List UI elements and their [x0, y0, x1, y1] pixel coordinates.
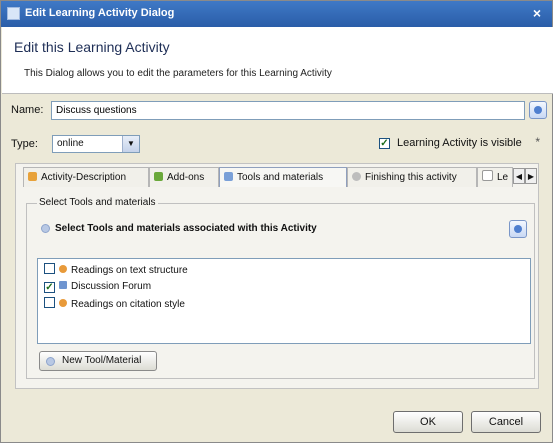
name-label: Name:	[11, 104, 44, 116]
list-item[interactable]: ✓ Discussion Forum	[44, 280, 151, 294]
check-icon	[482, 170, 493, 181]
tab-scroll-right-button[interactable]: ▶	[525, 168, 537, 184]
tab-tools-and-materials[interactable]: Tools and materials	[219, 167, 347, 187]
tab-label: Le	[497, 172, 509, 183]
group-title: Select Tools and materials	[37, 197, 158, 208]
reading-icon	[59, 265, 67, 273]
tab-label: Finishing this activity	[365, 172, 457, 183]
tools-icon	[224, 172, 233, 181]
reading-icon	[59, 299, 67, 307]
forum-icon	[59, 281, 67, 289]
item-checkbox[interactable]	[44, 263, 55, 274]
item-label: Readings on text structure	[71, 265, 188, 276]
header-description: This Dialog allows you to edit the param…	[24, 68, 332, 79]
new-tool-material-button[interactable]: New Tool/Material	[39, 351, 157, 371]
visible-checkbox[interactable]: ✓	[379, 138, 390, 149]
dialog-header: Edit this Learning Activity This Dialog …	[2, 27, 553, 94]
name-help-button[interactable]	[529, 101, 547, 119]
pencil-icon	[28, 172, 37, 181]
tab-activity-description[interactable]: Activity-Description	[23, 167, 149, 187]
tools-list[interactable]: Readings on text structure ✓ Discussion F…	[37, 258, 531, 344]
tab-finishing-this-activity[interactable]: Finishing this activity	[347, 167, 477, 187]
close-icon[interactable]: ×	[528, 4, 546, 22]
new-button-label: New Tool/Material	[62, 355, 142, 366]
item-label: Discussion Forum	[71, 281, 152, 292]
tab-add-ons[interactable]: Add-ons	[149, 167, 219, 187]
add-icon	[46, 357, 55, 366]
tab-scroll-left-button[interactable]: ◀	[513, 168, 525, 184]
title-bar[interactable]: Edit Learning Activity Dialog ×	[1, 1, 552, 27]
info-icon	[41, 224, 50, 233]
type-label: Type:	[11, 138, 38, 150]
tools-help-button[interactable]	[509, 220, 527, 238]
type-select[interactable]: online ▼	[52, 135, 140, 153]
visible-label: Learning Activity is visible	[397, 137, 522, 149]
tab-bar: Activity-Description Add-ons Tools and m…	[23, 167, 539, 189]
window-icon	[7, 7, 20, 20]
tab-label: Add-ons	[167, 172, 205, 183]
list-item[interactable]: Readings on text structure	[44, 263, 188, 277]
chevron-down-icon[interactable]: ▼	[122, 136, 139, 152]
header-title: Edit this Learning Activity	[14, 39, 170, 55]
required-mark: *	[535, 135, 540, 149]
edit-learning-activity-dialog: Edit Learning Activity Dialog × Edit thi…	[0, 0, 553, 443]
tab-label: Activity-Description	[41, 172, 127, 183]
item-checkbox[interactable]: ✓	[44, 282, 55, 293]
item-label: Readings on citation style	[71, 299, 185, 310]
type-select-value: online	[57, 138, 84, 149]
finish-icon	[352, 172, 361, 181]
tab-label: Tools and materials	[237, 172, 324, 183]
tab-learning-partial[interactable]: Le	[477, 167, 513, 187]
tools-subtitle: Select Tools and materials associated wi…	[55, 223, 317, 234]
item-checkbox[interactable]	[44, 297, 55, 308]
window-title: Edit Learning Activity Dialog	[25, 7, 175, 19]
name-field[interactable]	[51, 101, 525, 120]
cancel-button[interactable]: Cancel	[471, 411, 541, 433]
puzzle-icon	[154, 172, 163, 181]
ok-button[interactable]: OK	[393, 411, 463, 433]
list-item[interactable]: Readings on citation style	[44, 297, 185, 311]
